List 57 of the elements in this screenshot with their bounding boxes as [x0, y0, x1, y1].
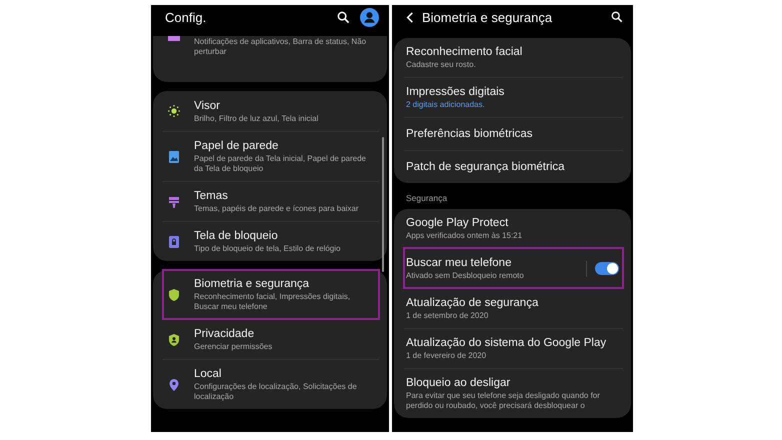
- settings-item[interactable]: Impressões digitais 2 digitais adicionadas.: [404, 77, 623, 117]
- item-title: Reconhecimento facial: [406, 45, 524, 59]
- item-subtitle: 1 de fevereiro de 2020: [406, 351, 488, 361]
- item-subtitle: Temas, papéis de parede e ícones para baixar: [194, 204, 360, 214]
- settings-item[interactable]: Atualização de segurança 1 de setembro de 2020: [404, 288, 623, 328]
- item-subtitle: Papel de parede da Tela inicial, Papel de parede da Tela de bloqueio: [194, 154, 367, 174]
- settings-item[interactable]: Notificações de aplicativos, Barra de status, Não perturbar: [163, 36, 379, 76]
- item-subtitle: Reconhecimento facial, Impressões digitais, Buscar meu telefone: [194, 292, 352, 312]
- item-subtitle: Ativado sem Desbloqueio remoto: [406, 271, 525, 281]
- item-title: Bloqueio ao desligar: [406, 376, 512, 390]
- item-subtitle: Para evitar que seu telefone seja desligado quando for perdido ou roubado, você precisará desbloquear o: [406, 391, 601, 411]
- settings-item[interactable]: Papel de parede Papel de parede da Tela inicial, Papel de parede da Tela de bloqueio: [163, 131, 379, 181]
- toggle-switch[interactable]: [595, 262, 619, 275]
- item-subtitle: Gerenciar permissões: [194, 342, 274, 352]
- item-subtitle: Notificações de aplicativos, Barra de status, Não perturbar: [194, 37, 368, 57]
- item-title: Local: [194, 367, 222, 381]
- item-title: Tela de bloqueio: [194, 229, 279, 243]
- item-subtitle: Tipo de bloqueio de tela, Estilo de relógio: [194, 244, 342, 254]
- screen-title: Biometria e segurança: [422, 10, 554, 24]
- search-icon[interactable]: [337, 10, 350, 24]
- settings-item[interactable]: Bloqueio ao desligar Para evitar que seu telefone seja desligado quando for perdido ou roubado, você precisará desbloquear o: [404, 368, 623, 418]
- item-subtitle: 2 digitais adicionadas.: [406, 100, 486, 110]
- search-icon[interactable]: [611, 11, 623, 23]
- settings-item[interactable]: Preferências biométricas: [404, 117, 623, 150]
- settings-item[interactable]: Reconhecimento facial Cadastre seu rosto.: [404, 38, 623, 77]
- avatar-icon[interactable]: [360, 8, 379, 26]
- settings-item[interactable]: Buscar meu telefone Ativado sem Desbloqueio remoto: [404, 248, 623, 288]
- item-title: Patch de segurança biométrica: [406, 160, 566, 174]
- item-title: Google Play Protect: [406, 216, 510, 230]
- item-title: Preferências biométricas: [406, 127, 534, 141]
- item-subtitle: 1 de setembro de 2020: [406, 311, 490, 321]
- screen-title: Config.: [165, 10, 208, 24]
- settings-item[interactable]: Google Play Protect Apps verificados ontem às 15:21: [404, 209, 623, 248]
- item-subtitle: Brilho, Filtro de luz azul, Tela inicial: [194, 114, 320, 124]
- item-title: Atualização de segurança: [406, 296, 540, 310]
- settings-item[interactable]: Atualização do sistema do Google Play 1 de fevereiro de 2020: [404, 328, 623, 368]
- item-title: Privacidade: [194, 327, 256, 341]
- item-subtitle: Cadastre seu rosto.: [406, 60, 477, 70]
- settings-item[interactable]: Patch de segurança biométrica: [404, 150, 623, 183]
- settings-item[interactable]: Local Configurações de localização, Solicitações de localização: [163, 359, 379, 409]
- item-title: Atualização do sistema do Google Play: [406, 336, 608, 350]
- item-subtitle: Apps verificados ontem às 15:21: [406, 231, 524, 241]
- settings-item[interactable]: Privacidade Gerenciar permissões: [163, 319, 379, 359]
- item-subtitle: Configurações de localização, Solicitações de localização: [194, 382, 358, 402]
- settings-item[interactable]: Tela de bloqueio Tipo de bloqueio de tela, Estilo de relógio: [163, 221, 379, 261]
- back-icon[interactable]: [406, 12, 414, 22]
- item-title: Temas: [194, 189, 229, 203]
- item-title: Biometria e segurança: [194, 277, 310, 291]
- item-title: Visor: [194, 98, 221, 112]
- section-header: Segurança: [405, 192, 448, 205]
- item-title: Impressões digitais: [406, 85, 506, 99]
- settings-item[interactable]: Temas Temas, papéis de parede e ícones para baixar: [163, 181, 379, 221]
- settings-item[interactable]: Biometria e segurança Reconhecimento facial, Impressões digitais, Buscar meu telefone: [163, 270, 379, 319]
- item-title: Papel de parede: [194, 139, 280, 153]
- scrollbar[interactable]: [382, 137, 384, 272]
- item-title: Buscar meu telefone: [406, 256, 512, 270]
- settings-item[interactable]: Visor Brilho, Filtro de luz azul, Tela inicial: [163, 91, 379, 131]
